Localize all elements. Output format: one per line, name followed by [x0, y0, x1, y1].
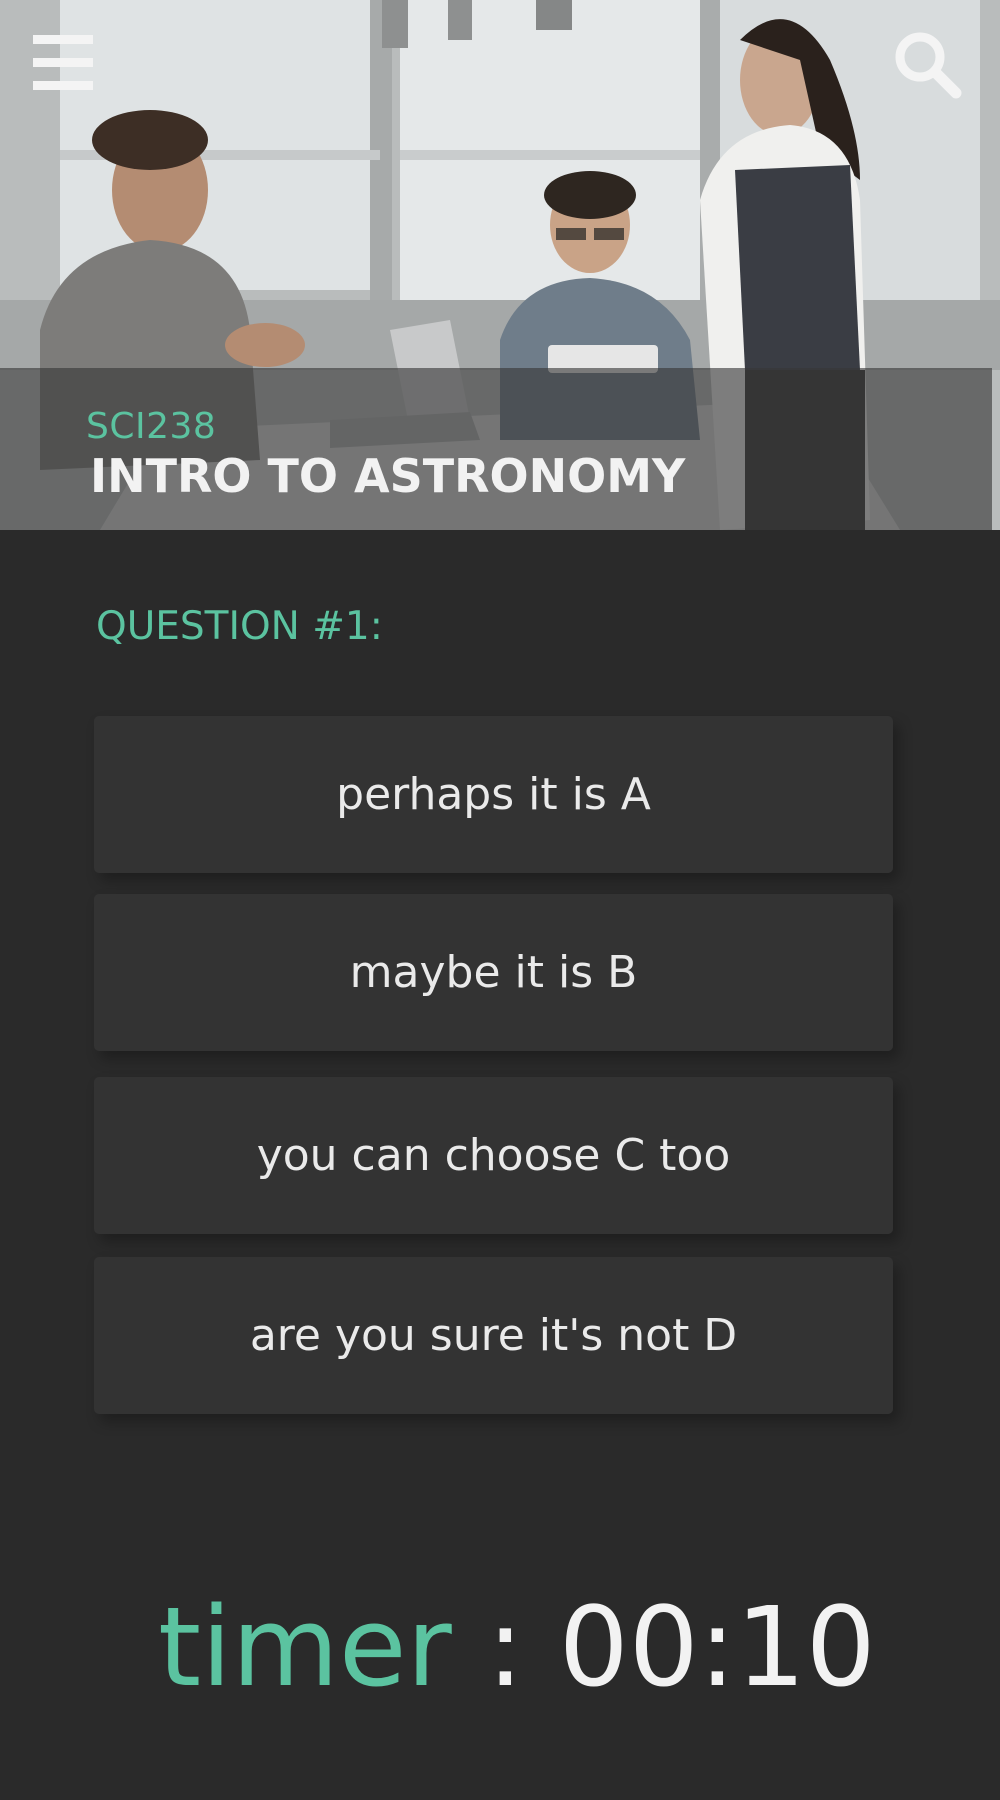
question-heading: QUESTION #1: [96, 604, 383, 649]
answer-label: you can choose C too [256, 1130, 731, 1181]
answer-option-b[interactable]: maybe it is B [94, 894, 893, 1051]
course-code: SCI238 [86, 406, 217, 447]
countdown-timer: timer : 00:10 [158, 1572, 876, 1722]
course-title: INTRO TO ASTRONOMY [90, 449, 686, 503]
search-icon[interactable] [893, 30, 963, 100]
timer-label: timer [158, 1583, 452, 1711]
answer-label: are you sure it's not D [249, 1310, 738, 1361]
quiz-screen: SCI238 INTRO TO ASTRONOMY QUESTION #1: p… [0, 0, 1000, 1800]
hamburger-menu-icon[interactable] [33, 35, 93, 91]
answer-option-a[interactable]: perhaps it is A [94, 716, 893, 873]
answer-option-c[interactable]: you can choose C too [94, 1077, 893, 1234]
timer-separator: : [486, 1583, 524, 1711]
course-hero: SCI238 INTRO TO ASTRONOMY [0, 0, 1000, 530]
answer-option-d[interactable]: are you sure it's not D [94, 1257, 893, 1414]
answer-label: perhaps it is A [336, 769, 651, 820]
answer-label: maybe it is B [349, 947, 638, 998]
timer-value: 00:10 [558, 1583, 876, 1711]
